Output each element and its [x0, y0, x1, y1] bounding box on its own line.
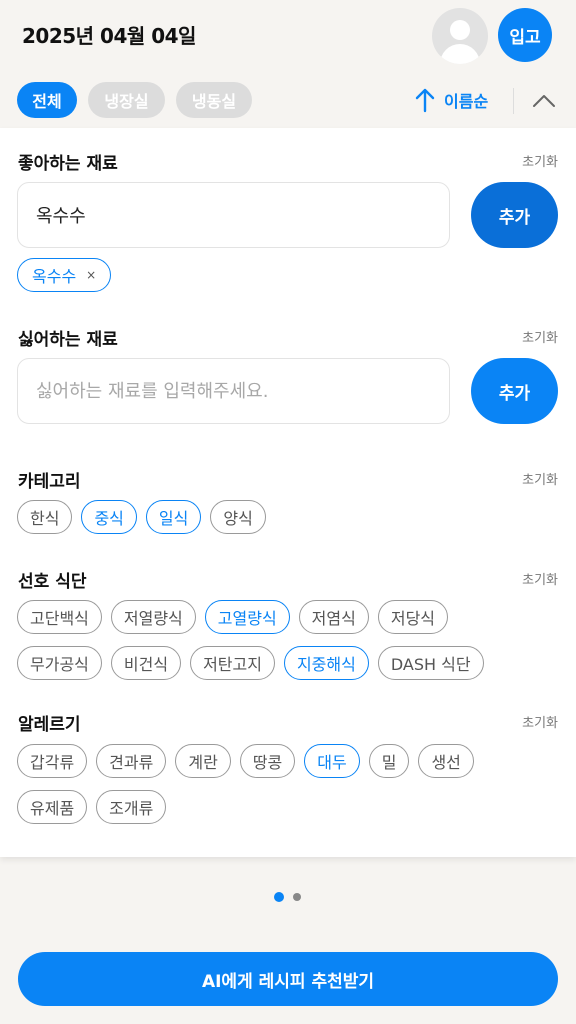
allergy-chip[interactable]: 계란 [175, 744, 231, 778]
disliked-reset-button[interactable]: 초기화 [522, 327, 558, 346]
page-dot-active[interactable] [274, 892, 284, 902]
sort-label: 이름순 [444, 92, 489, 111]
stock-in-button[interactable]: 입고 [498, 8, 552, 62]
diet-chip[interactable]: DASH 식단 [377, 646, 484, 680]
category-chip-chinese[interactable]: 중식 [81, 500, 137, 534]
collapse-button[interactable] [530, 88, 558, 114]
allergy-chip[interactable]: 견과류 [96, 744, 167, 778]
diet-chip[interactable]: 무가공식 [17, 646, 102, 680]
liked-tag[interactable]: 옥수수 × [17, 258, 112, 292]
divider [513, 88, 514, 114]
category-chip-korean[interactable]: 한식 [17, 500, 73, 534]
diet-chip[interactable]: 비건식 [110, 646, 182, 680]
allergy-chip[interactable]: 조개류 [96, 790, 167, 824]
diet-title: 선호 식단 [18, 572, 87, 592]
liked-ingredient-input[interactable] [17, 182, 450, 248]
allergy-chip[interactable]: 유제품 [17, 790, 88, 824]
allergy-chips: 갑각류 견과류 계란 땅콩 대두 밀 생선 유제품 조개류 [17, 744, 517, 824]
date-label: 2025년 04월 04일 [22, 24, 196, 48]
tab-freezer[interactable]: 냉동실 [176, 82, 252, 118]
liked-add-button[interactable]: 추가 [471, 182, 558, 248]
header: 2025년 04월 04일 입고 [0, 0, 576, 72]
category-chip-japanese[interactable]: 일식 [145, 500, 202, 534]
liked-tag-label: 옥수수 [32, 267, 77, 286]
page-dot[interactable] [293, 893, 301, 901]
filter-panel: 좋아하는 재료 초기화 추가 옥수수 × 싫어하는 재료 초기화 추가 카테고리… [0, 128, 576, 857]
tab-fridge[interactable]: 냉장실 [88, 82, 165, 118]
diet-chip[interactable]: 지중해식 [283, 646, 369, 680]
diet-chip[interactable]: 고단백식 [17, 600, 102, 634]
diet-chip[interactable]: 저탄고지 [190, 646, 275, 680]
allergy-reset-button[interactable]: 초기화 [522, 712, 558, 731]
disliked-ingredients-title: 싫어하는 재료 [18, 330, 118, 350]
avatar-body-shape [440, 44, 480, 64]
category-title: 카테고리 [18, 472, 81, 492]
liked-ingredients-title: 좋아하는 재료 [18, 154, 118, 174]
diet-chip[interactable]: 저당식 [377, 600, 449, 634]
chevron-up-icon [533, 95, 555, 107]
diet-reset-button[interactable]: 초기화 [522, 569, 558, 588]
category-chips: 한식 중식 일식 양식 [17, 500, 557, 534]
arrow-up-icon [415, 88, 435, 113]
allergy-chip[interactable]: 밀 [368, 744, 410, 778]
page-indicator [274, 892, 301, 902]
diet-chip[interactable]: 저염식 [298, 600, 369, 634]
avatar-head-shape [450, 20, 470, 40]
avatar[interactable] [432, 8, 488, 64]
allergy-chip[interactable]: 갑각류 [17, 744, 88, 778]
diet-chips: 고단백식 저열량식 고열량식 저염식 저당식 무가공식 비건식 저탄고지 지중해… [17, 600, 537, 680]
allergy-chip[interactable]: 생선 [418, 744, 474, 778]
close-icon[interactable]: × [86, 268, 96, 282]
storage-tabs: 전체 냉장실 냉동실 이름순 [0, 80, 576, 120]
allergy-chip[interactable]: 대두 [304, 744, 360, 778]
diet-chip[interactable]: 저열량식 [110, 600, 196, 634]
ai-recommend-button[interactable]: AI에게 레시피 추천받기 [18, 952, 558, 1006]
diet-chip[interactable]: 고열량식 [204, 600, 290, 634]
disliked-ingredient-input[interactable] [17, 358, 450, 424]
allergy-chip[interactable]: 땅콩 [239, 744, 296, 778]
category-chip-western[interactable]: 양식 [210, 500, 266, 534]
sort-button[interactable]: 이름순 [414, 84, 488, 116]
liked-reset-button[interactable]: 초기화 [522, 151, 558, 170]
disliked-add-button[interactable]: 추가 [471, 358, 558, 424]
category-reset-button[interactable]: 초기화 [522, 469, 558, 488]
tab-all[interactable]: 전체 [17, 82, 77, 118]
allergy-title: 알레르기 [18, 715, 81, 735]
